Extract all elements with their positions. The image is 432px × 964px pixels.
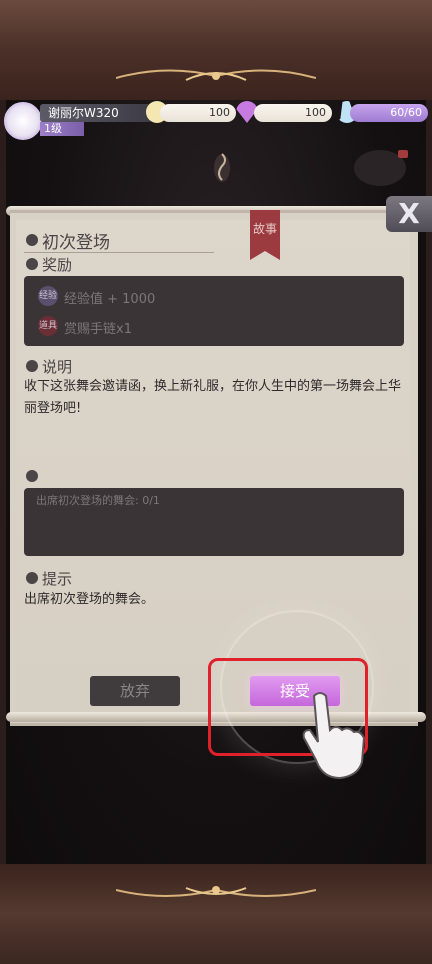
reward-item: 赏赐手链x1 (64, 322, 132, 337)
top-frame (0, 0, 432, 100)
ornament-top-icon (116, 69, 316, 81)
player-name: 谢丽尔W320 (40, 104, 152, 122)
hint-bullet-icon (26, 572, 38, 584)
info-bullet-icon (26, 360, 38, 372)
player-level: 1级 (40, 122, 84, 136)
candle-emblem-icon (214, 153, 230, 182)
exp-badge-icon: 经验 (38, 286, 58, 306)
progress-bullet-icon (26, 470, 38, 482)
player-avatar[interactable] (4, 102, 42, 140)
reward-bullet-icon (26, 258, 38, 270)
abandon-button[interactable]: 放弃 (90, 676, 180, 706)
pointing-hand-icon (302, 692, 366, 780)
desc-label: 说明 (42, 358, 73, 376)
title-bullet-icon (26, 234, 38, 246)
clock-decor-icon (354, 150, 408, 186)
hint-label: 提示 (42, 570, 73, 588)
quest-description: 收下这张舞会邀请函，换上新礼服，在你人生中的第一场舞会上华丽登场吧! (24, 379, 402, 416)
item-badge-icon: 道具 (38, 316, 58, 336)
ornament-bottom-icon (116, 886, 316, 897)
progress-text: 出席初次登场的舞会: 0/1 (36, 494, 160, 507)
reward-label: 奖励 (42, 256, 73, 274)
bottom-frame (0, 864, 432, 964)
stamina-counter[interactable]: 60/60 (350, 104, 428, 122)
reward-exp: 经验值 + 1000 (64, 292, 156, 307)
title-divider (24, 252, 214, 253)
quest-title: 初次登场 (42, 233, 110, 253)
close-button[interactable]: X (386, 196, 432, 232)
gold-counter[interactable]: 100 (160, 104, 236, 122)
hint-text: 出席初次登场的舞会。 (24, 592, 155, 607)
gem-counter[interactable]: 100 (254, 104, 332, 122)
